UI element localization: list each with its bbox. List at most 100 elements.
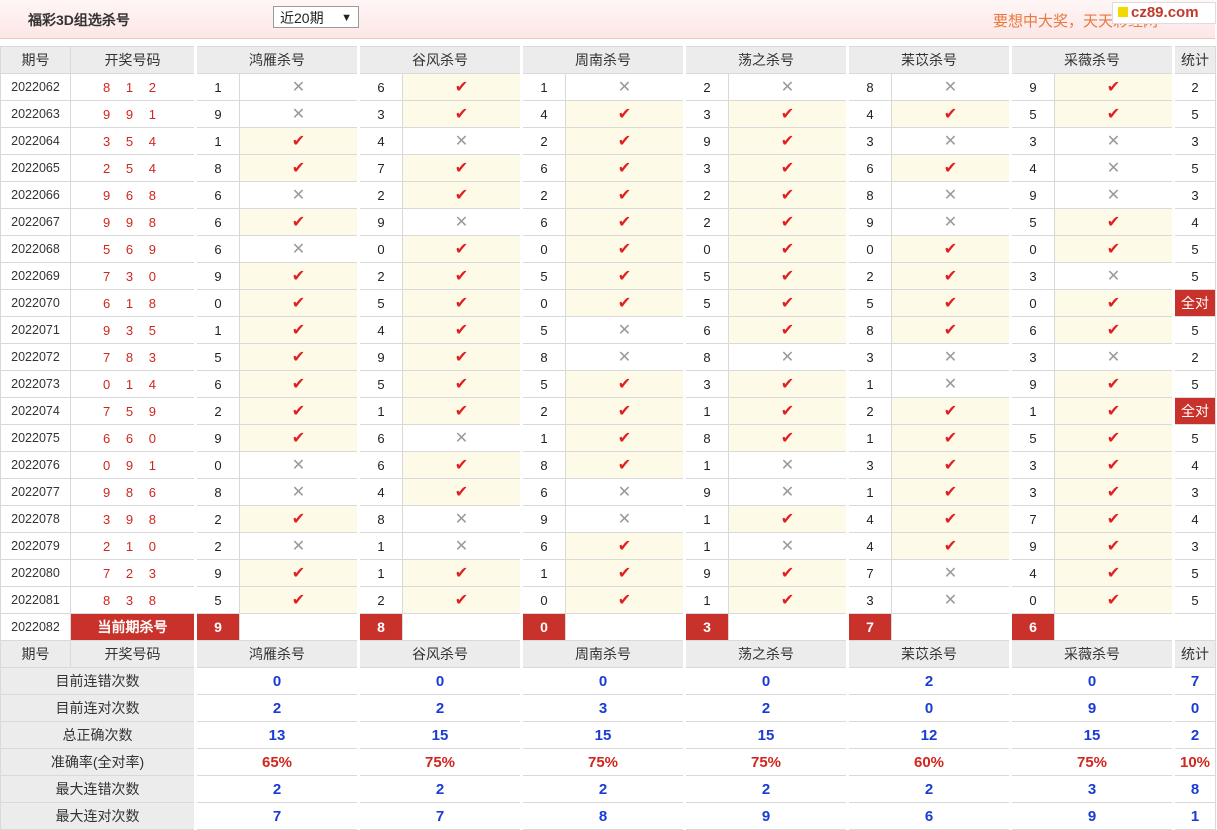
stat-cell: 2	[1172, 343, 1216, 371]
kill-number-cell: 3	[846, 586, 892, 614]
summary-row: 目前连对次数 2 2 3 2 0 9 0	[0, 694, 1216, 722]
kill-number-cell: 3	[1009, 262, 1055, 290]
check-icon: ✔	[728, 397, 848, 425]
col-expert: 采薇杀号	[1009, 46, 1174, 74]
col-expert: 苿苡杀号	[846, 640, 1011, 668]
col-expert: 鸿雁杀号	[194, 640, 359, 668]
col-expert: 荡之杀号	[683, 640, 848, 668]
site-logo[interactable]: cz89.com	[1112, 2, 1216, 24]
kill-number-cell: 3	[357, 100, 403, 128]
summary-value: 8	[520, 802, 685, 830]
cross-icon: ✕	[402, 532, 522, 560]
summary-label: 最大连错次数	[0, 775, 196, 803]
kill-number-cell: 5	[1009, 424, 1055, 452]
summary-stat: 0	[1172, 694, 1216, 722]
stat-cell: 3	[1172, 478, 1216, 506]
table-row: 2022071 9 3 5 1 ✔ 4 ✔ 5 ✕ 6 ✔ 8 ✔ 6 ✔ 5	[0, 316, 1216, 344]
draw-cell: 9 9 8	[70, 208, 196, 236]
stat-cell: 4	[1172, 451, 1216, 479]
draw-cell: 6 6 0	[70, 424, 196, 452]
check-icon: ✔	[402, 181, 522, 209]
table-row: 2022080 7 2 3 9 ✔ 1 ✔ 1 ✔ 9 ✔ 7 ✕ 4 ✔ 5	[0, 559, 1216, 587]
kill-number-cell: 5	[194, 343, 240, 371]
kill-number-cell: 6	[194, 235, 240, 263]
kill-number-cell: 1	[520, 559, 566, 587]
kill-number-cell: 1	[194, 316, 240, 344]
issue-cell: 2022075	[0, 424, 71, 452]
check-icon: ✔	[891, 424, 1011, 452]
table-row: 2022072 7 8 3 5 ✔ 9 ✔ 8 ✕ 8 ✕ 3 ✕ 3 ✕ 2	[0, 343, 1216, 371]
draw-cell: 7 5 9	[70, 397, 196, 425]
check-icon: ✔	[891, 154, 1011, 182]
draw-cell: 3 5 4	[70, 127, 196, 155]
cross-icon: ✕	[1054, 154, 1174, 182]
check-icon: ✔	[1054, 424, 1174, 452]
kill-number-cell: 3	[846, 127, 892, 155]
stat-cell: 5	[1172, 316, 1216, 344]
check-icon: ✔	[728, 100, 848, 128]
draw-cell: 0 9 1	[70, 451, 196, 479]
kill-number-cell: 1	[846, 424, 892, 452]
check-icon: ✔	[239, 397, 359, 425]
all-correct-badge: 全对	[1172, 289, 1216, 317]
check-icon: ✔	[565, 532, 685, 560]
cross-icon: ✕	[1054, 127, 1174, 155]
stat-cell	[1172, 613, 1216, 641]
summary-stat: 7	[1172, 667, 1216, 695]
cross-icon: ✕	[239, 181, 359, 209]
cross-icon: ✕	[402, 424, 522, 452]
table-row: 2022076 0 9 1 0 ✕ 6 ✔ 8 ✔ 1 ✕ 3 ✔ 3 ✔ 4	[0, 451, 1216, 479]
summary-value: 2	[683, 775, 848, 803]
summary-row: 最大连对次数 7 7 8 9 6 9 1	[0, 802, 1216, 830]
kill-number-cell: 3	[1009, 478, 1055, 506]
summary-value: 0	[683, 667, 848, 695]
period-select-value: 近20期	[280, 10, 324, 26]
check-icon: ✔	[565, 451, 685, 479]
check-icon: ✔	[239, 262, 359, 290]
kill-number-cell: 8	[683, 424, 729, 452]
check-icon: ✔	[565, 559, 685, 587]
col-expert: 鸿雁杀号	[194, 46, 359, 74]
kill-number-cell: 5	[520, 370, 566, 398]
kill-number-cell: 6	[1009, 316, 1055, 344]
col-issue: 期号	[0, 46, 71, 74]
stat-cell: 5	[1172, 235, 1216, 263]
check-icon: ✔	[402, 397, 522, 425]
summary-value: 9	[683, 802, 848, 830]
table-row: 2022069 7 3 0 9 ✔ 2 ✔ 5 ✔ 5 ✔ 2 ✔ 3 ✕ 5	[0, 262, 1216, 290]
cross-icon: ✕	[728, 451, 848, 479]
check-icon: ✔	[891, 316, 1011, 344]
kill-number-cell: 0	[1009, 235, 1055, 263]
cross-icon: ✕	[891, 586, 1011, 614]
period-select[interactable]: 近20期 ▼	[273, 6, 359, 28]
kill-number-cell: 2	[683, 181, 729, 209]
check-icon: ✔	[891, 235, 1011, 263]
draw-cell: 7 3 0	[70, 262, 196, 290]
cross-icon: ✕	[239, 100, 359, 128]
check-icon: ✔	[565, 424, 685, 452]
summary-label: 最大连对次数	[0, 802, 196, 830]
col-draw: 开奖号码	[70, 46, 196, 74]
summary-value: 15	[683, 721, 848, 749]
stat-cell: 5	[1172, 586, 1216, 614]
col-stats: 统计	[1172, 46, 1216, 74]
kill-number-table: 期号 开奖号码 鸿雁杀号 谷风杀号 周南杀号 荡之杀号 苿苡杀号 采薇杀号 统计…	[0, 46, 1216, 830]
check-icon: ✔	[1054, 316, 1174, 344]
summary-row: 准确率(全对率) 65% 75% 75% 75% 60% 75% 10%	[0, 748, 1216, 776]
summary-row: 总正确次数 13 15 15 15 12 15 2	[0, 721, 1216, 749]
table-row: 2022067 9 9 8 6 ✔ 9 ✕ 6 ✔ 2 ✔ 9 ✕ 5 ✔ 4	[0, 208, 1216, 236]
check-icon: ✔	[1054, 586, 1174, 614]
table-row: 2022063 9 9 1 9 ✕ 3 ✔ 4 ✔ 3 ✔ 4 ✔ 5 ✔ 5	[0, 100, 1216, 128]
cross-icon: ✕	[891, 181, 1011, 209]
draw-cell: 0 1 4	[70, 370, 196, 398]
kill-number-cell: 8	[846, 73, 892, 101]
kill-number-cell: 4	[846, 505, 892, 533]
summary-value: 0	[520, 667, 685, 695]
summary-value: 75%	[520, 748, 685, 776]
cross-icon: ✕	[728, 343, 848, 371]
draw-cell: 9 6 8	[70, 181, 196, 209]
kill-number-cell: 3	[683, 154, 729, 182]
check-icon: ✔	[891, 478, 1011, 506]
issue-cell: 2022073	[0, 370, 71, 398]
draw-cell: 7 2 3	[70, 559, 196, 587]
